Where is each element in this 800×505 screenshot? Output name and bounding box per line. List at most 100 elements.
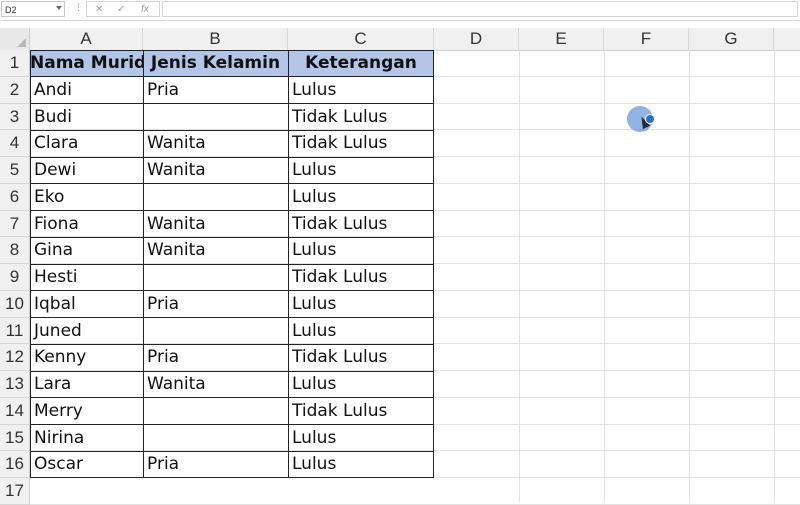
- table-border-line: [30, 263, 434, 265]
- cell-a15[interactable]: Nirina: [30, 425, 143, 452]
- cell-c6[interactable]: Lulus: [288, 184, 434, 211]
- column-header-g[interactable]: G: [689, 28, 774, 50]
- table-border-line: [30, 317, 434, 318]
- column-header-f[interactable]: F: [604, 28, 689, 50]
- row-header-2[interactable]: 2: [0, 76, 30, 104]
- cell-b12[interactable]: Pria: [143, 344, 288, 371]
- cell-c3[interactable]: Tidak Lulus: [288, 104, 434, 131]
- formula-bar: D2 ⋮ ✕ ✓ fx: [0, 0, 800, 21]
- cancel-icon[interactable]: ✕: [95, 3, 103, 16]
- cell-a5[interactable]: Dewi: [30, 157, 143, 184]
- table-border-line: [30, 290, 434, 292]
- cell-b13[interactable]: Wanita: [143, 371, 288, 398]
- select-all-icon: [17, 38, 26, 47]
- cell-c11[interactable]: Lulus: [288, 318, 434, 345]
- table-border-line: [30, 397, 434, 399]
- grid-line: [519, 50, 520, 502]
- row-header-14[interactable]: 14: [0, 397, 30, 425]
- row-header-12[interactable]: 12: [0, 344, 30, 371]
- cell-b10[interactable]: Pria: [143, 291, 288, 318]
- cell-a16[interactable]: Oscar: [30, 451, 143, 478]
- cell-c1-header[interactable]: Keterangan: [288, 50, 434, 77]
- cell-c12[interactable]: Tidak Lulus: [288, 344, 434, 371]
- table-border-line: [30, 424, 434, 425]
- cell-a10[interactable]: Iqbal: [30, 291, 143, 318]
- cell-a13[interactable]: Lara: [30, 371, 143, 398]
- table-border-line: [30, 103, 434, 104]
- row-header-13[interactable]: 13: [0, 371, 30, 398]
- select-all-button[interactable]: [0, 28, 30, 50]
- cell-a14[interactable]: Merry: [30, 398, 143, 425]
- cell-a2[interactable]: Andi: [30, 77, 143, 104]
- grid-line: [689, 50, 690, 502]
- table-border-line: [30, 236, 434, 238]
- cell-a7[interactable]: Fiona: [30, 211, 143, 238]
- cell-b2[interactable]: Pria: [143, 77, 288, 104]
- formula-bar-buttons: ✕ ✓ fx: [86, 1, 160, 17]
- row-header-6[interactable]: 6: [0, 183, 30, 211]
- formula-bar-resize-handle[interactable]: ⋮: [74, 2, 83, 13]
- table-border-line: [30, 183, 434, 185]
- cell-a8[interactable]: Gina: [30, 237, 143, 264]
- row-header-15[interactable]: 15: [0, 424, 30, 452]
- grid-line: [604, 50, 605, 502]
- insert-function-icon[interactable]: fx: [141, 3, 149, 16]
- row-header-8[interactable]: 8: [0, 237, 30, 264]
- row-header-11[interactable]: 11: [0, 317, 30, 345]
- cell-b14[interactable]: [143, 398, 288, 425]
- cell-b6[interactable]: [143, 184, 288, 211]
- cell-c8[interactable]: Lulus: [288, 237, 434, 264]
- grid-line: [774, 50, 775, 502]
- row-header-4[interactable]: 4: [0, 130, 30, 157]
- cell-a1-header[interactable]: Nama Murid: [30, 50, 143, 77]
- cell-a12[interactable]: Kenny: [30, 344, 143, 371]
- row-header-1[interactable]: 1: [0, 50, 30, 77]
- column-header-row: A B C D E F G: [0, 28, 800, 51]
- row-header-9[interactable]: 9: [0, 264, 30, 291]
- cell-b16[interactable]: Pria: [143, 451, 288, 478]
- table-border-line: [30, 450, 434, 452]
- cell-c16[interactable]: Lulus: [288, 451, 434, 478]
- cell-b3[interactable]: [143, 104, 288, 131]
- cell-b9[interactable]: [143, 264, 288, 291]
- column-header-a[interactable]: A: [30, 28, 143, 50]
- cell-a4[interactable]: Clara: [30, 130, 143, 157]
- cell-c5[interactable]: Lulus: [288, 157, 434, 184]
- cell-c7[interactable]: Tidak Lulus: [288, 211, 434, 238]
- cell-a9[interactable]: Hesti: [30, 264, 143, 291]
- cell-c9[interactable]: Tidak Lulus: [288, 264, 434, 291]
- row-header-16[interactable]: 16: [0, 451, 30, 478]
- cell-b4[interactable]: Wanita: [143, 130, 288, 157]
- cell-c2[interactable]: Lulus: [288, 77, 434, 104]
- row-header-3[interactable]: 3: [0, 103, 30, 131]
- cell-b15[interactable]: [143, 425, 288, 452]
- name-box-dropdown-icon[interactable]: [56, 6, 62, 10]
- formula-input[interactable]: [162, 1, 798, 17]
- column-header-c[interactable]: C: [288, 28, 434, 50]
- table-border-line: [30, 343, 434, 345]
- table-border-line: [30, 370, 434, 372]
- cell-c10[interactable]: Lulus: [288, 291, 434, 318]
- enter-icon[interactable]: ✓: [117, 3, 125, 16]
- cell-b11[interactable]: [143, 318, 288, 345]
- column-header-e[interactable]: E: [519, 28, 604, 50]
- cell-c14[interactable]: Tidak Lulus: [288, 398, 434, 425]
- table-border-line: [30, 156, 434, 158]
- cursor-click-indicator: [645, 114, 655, 124]
- row-header-10[interactable]: 10: [0, 290, 30, 318]
- cell-a3[interactable]: Budi: [30, 104, 143, 131]
- column-header-b[interactable]: B: [143, 28, 288, 50]
- row-header-7[interactable]: 7: [0, 210, 30, 238]
- cell-b8[interactable]: Wanita: [143, 237, 288, 264]
- cell-a11[interactable]: Juned: [30, 318, 143, 345]
- column-header-d[interactable]: D: [434, 28, 519, 50]
- cell-c15[interactable]: Lulus: [288, 425, 434, 452]
- cell-c13[interactable]: Lulus: [288, 371, 434, 398]
- cell-b5[interactable]: Wanita: [143, 157, 288, 184]
- cell-c4[interactable]: Tidak Lulus: [288, 130, 434, 157]
- cell-a6[interactable]: Eko: [30, 184, 143, 211]
- row-header-5[interactable]: 5: [0, 157, 30, 184]
- row-header-17[interactable]: 17: [0, 478, 30, 505]
- cell-b7[interactable]: Wanita: [143, 211, 288, 238]
- cell-b1-header[interactable]: Jenis Kelamin: [143, 50, 288, 77]
